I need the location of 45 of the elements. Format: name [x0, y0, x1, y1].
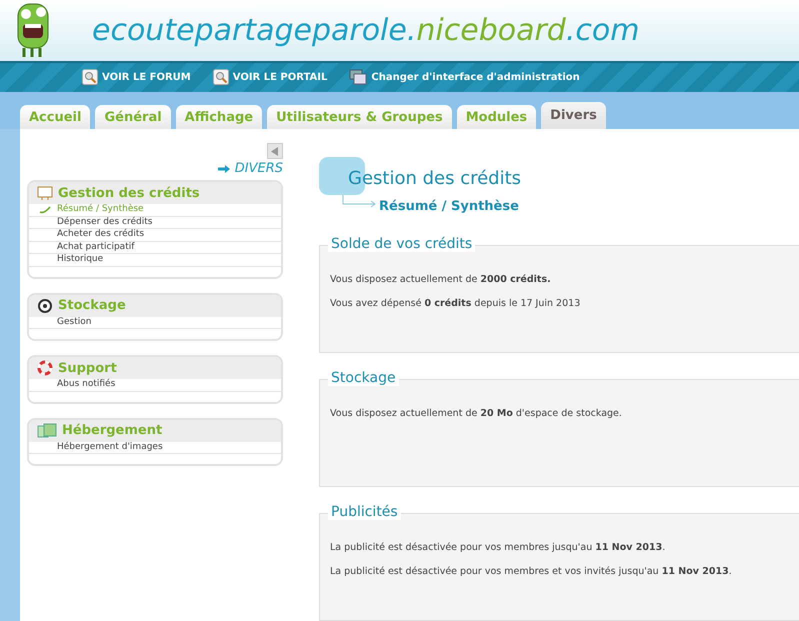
panel-title: Stockage [328, 370, 399, 386]
menu-item[interactable]: Abus notifiés [29, 379, 281, 392]
menu-item[interactable]: Gestion [29, 316, 281, 329]
lifebuoy-icon [37, 360, 53, 376]
board-icon [37, 185, 53, 201]
magnifier-icon [212, 69, 229, 86]
tab[interactable]: Divers [541, 102, 606, 129]
menu-card-title: Stockage [58, 298, 126, 313]
page-title: Gestion des crédits [348, 168, 522, 189]
panel-title: Solde de vos crédits [328, 236, 476, 252]
nav-link[interactable]: VOIR LE PORTAIL [212, 69, 328, 86]
menu-item[interactable]: Achat participatif [29, 242, 281, 254]
info-text: La publicité est désactivée pour vos membres et vos invités jusqu'au 11 Nov 2013. [330, 566, 733, 577]
collapse-button[interactable] [267, 143, 283, 159]
tab[interactable]: Modules [456, 105, 536, 129]
site-title: ecoutepartageparole.niceboard.com [92, 12, 640, 48]
panel-title: Publicités [328, 504, 401, 520]
right-arrow-icon [218, 164, 230, 172]
tab[interactable]: Accueil [20, 105, 90, 129]
left-triangle-icon [271, 146, 279, 156]
menu-card-title: Support [58, 360, 117, 376]
breadcrumb-arrow-icon [342, 195, 378, 209]
tab[interactable]: Général [95, 105, 171, 129]
monitor-icon [349, 69, 368, 86]
info-text: Vous disposez actuellement de 2000 crédits. [330, 274, 552, 285]
section-label: DIVERS [234, 161, 283, 176]
menu-item[interactable]: Résumé / Synthèse [29, 204, 281, 216]
tab[interactable]: Utilisateurs & Groupes [267, 105, 452, 129]
menu-card-title: Hébergement [62, 423, 162, 438]
menu-item[interactable]: Dépenser des crédits [29, 216, 281, 229]
disk-icon [37, 298, 53, 314]
info-text: La publicité est désactivée pour vos membres jusqu'au 11 Nov 2013. [330, 542, 666, 553]
tab[interactable]: Affichage [176, 105, 262, 129]
pictures-icon [37, 422, 57, 438]
menu-item[interactable]: Historique [29, 254, 281, 266]
magnifier-icon [82, 69, 98, 86]
page-subtitle: Résumé / Synthèse [379, 199, 519, 214]
info-text: Vous avez dépensé 0 crédits depuis le 17 Juin 2013 [330, 298, 582, 309]
menu-card-title: Gestion des crédits [58, 186, 200, 200]
checkmark-icon [39, 206, 51, 214]
nav-link[interactable]: VOIR LE FORUM [82, 69, 191, 86]
menu-item[interactable]: Acheter des crédits [29, 229, 281, 242]
info-text: Vous disposez actuellement de 20 Mo d'espace de stockage. [330, 408, 623, 419]
nav-link[interactable]: Changer d'interface d'administration [349, 69, 580, 86]
menu-item[interactable]: Hébergement d'images [29, 442, 281, 454]
